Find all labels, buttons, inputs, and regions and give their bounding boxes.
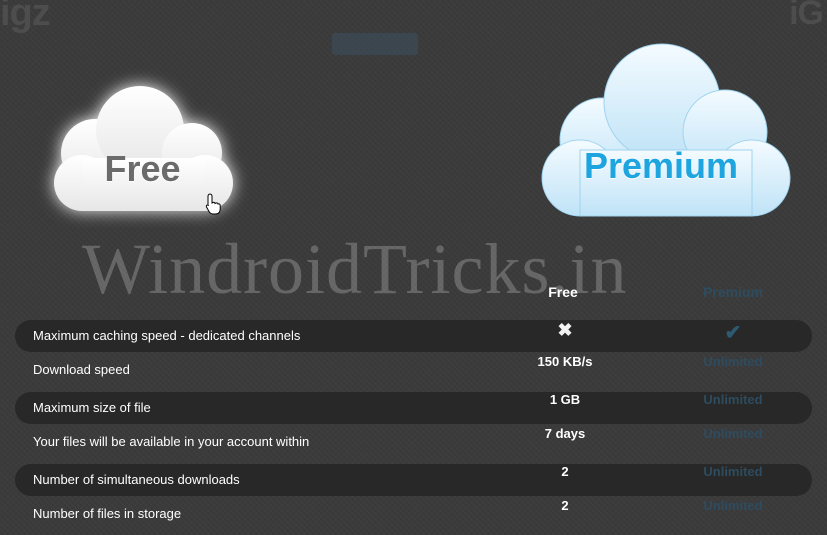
premium-value: Unlimited [703, 498, 763, 513]
feature-label: Number of simultaneous downloads [33, 472, 240, 487]
top-nav-button[interactable] [332, 33, 418, 55]
premium-plan-cloud-button[interactable]: Premium [520, 40, 805, 225]
column-header-premium: Premium [703, 284, 763, 300]
premium-value: Unlimited [703, 426, 763, 441]
feature-label: Download speed [33, 362, 130, 377]
table-row: Download speed 150 KB/s Unlimited [15, 354, 812, 390]
premium-value: Unlimited [703, 392, 763, 407]
premium-value: Unlimited [703, 464, 763, 479]
table-row: Maximum size of file 1 GB Unlimited [15, 392, 812, 424]
free-value: 1 GB [549, 392, 581, 407]
premium-plan-label: Premium [583, 145, 739, 186]
feature-label: Your files will be available in your acc… [33, 434, 310, 449]
table-row: Your files will be available in your acc… [15, 426, 812, 462]
premium-value-check-icon: ✔ [724, 322, 742, 344]
free-value: 7 days [544, 426, 586, 441]
free-value: 2 [561, 498, 569, 513]
feature-label: Maximum caching speed - dedicated channe… [33, 328, 301, 343]
premium-value: Unlimited [703, 354, 763, 369]
feature-label: Maximum size of file [33, 400, 151, 415]
free-value: 150 KB/s [537, 354, 593, 369]
plan-comparison-table: Maximum caching speed - dedicated channe… [15, 318, 812, 534]
table-row: Number of files in storage 2 Unlimited [15, 498, 812, 534]
table-row: Maximum caching speed - dedicated channe… [15, 320, 812, 352]
site-logo-right[interactable]: iG [789, 0, 824, 33]
column-header-free: Free [548, 284, 578, 300]
hand-cursor-icon [205, 193, 221, 215]
free-value-cross-icon: ✖ [557, 320, 573, 340]
premium-cloud-icon [541, 43, 791, 217]
free-plan-label: Free [104, 148, 181, 189]
free-value: 2 [561, 464, 569, 479]
feature-label: Number of files in storage [33, 506, 182, 521]
table-row: Number of simultaneous downloads 2 Unlim… [15, 464, 812, 496]
site-logo-left[interactable]: igz [0, 0, 51, 35]
